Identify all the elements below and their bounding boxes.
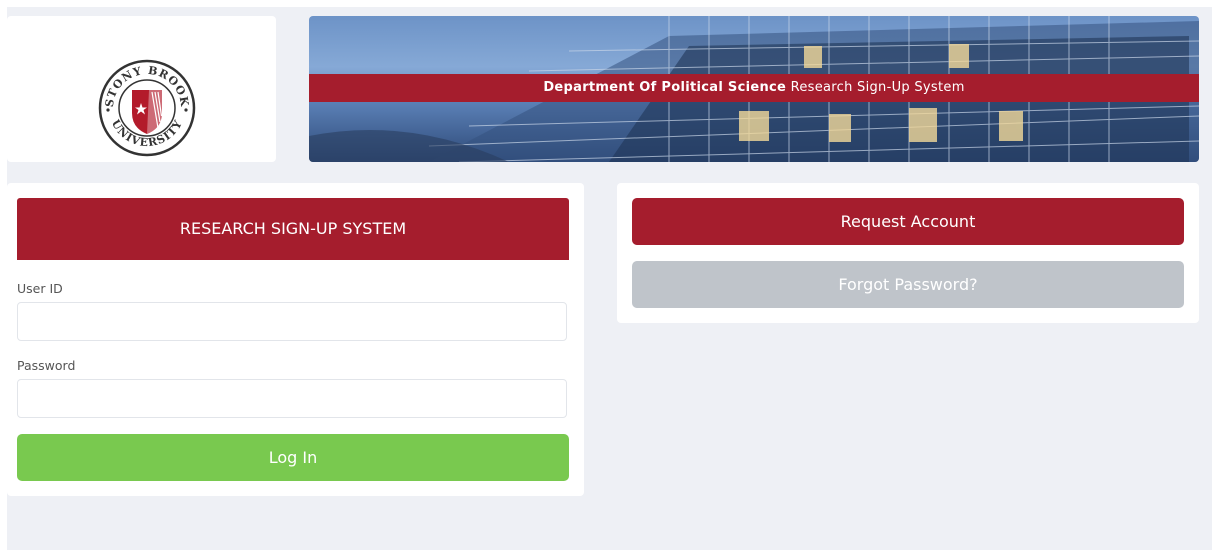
userid-input[interactable]: [17, 302, 567, 341]
university-seal-logo: STONY BROOK UNIVERSITY: [98, 59, 196, 157]
logo-card: STONY BROOK UNIVERSITY: [7, 16, 276, 162]
account-actions-panel: Request Account Forgot Password?: [617, 183, 1199, 323]
login-panel-header: RESEARCH SIGN-UP SYSTEM: [17, 198, 569, 260]
login-panel: RESEARCH SIGN-UP SYSTEM User ID Password…: [7, 183, 584, 496]
department-banner: Department Of Political Science Research…: [309, 16, 1199, 162]
banner-title: Department Of Political Science Research…: [309, 74, 1199, 102]
login-button[interactable]: Log In: [17, 434, 569, 481]
userid-label: User ID: [17, 281, 63, 296]
banner-title-bold: Department Of Political Science: [543, 80, 787, 95]
request-account-button[interactable]: Request Account: [632, 198, 1184, 245]
password-label: Password: [17, 358, 76, 373]
password-input[interactable]: [17, 379, 567, 418]
forgot-password-button[interactable]: Forgot Password?: [632, 261, 1184, 308]
banner-title-rest: Research Sign-Up System: [786, 80, 965, 95]
